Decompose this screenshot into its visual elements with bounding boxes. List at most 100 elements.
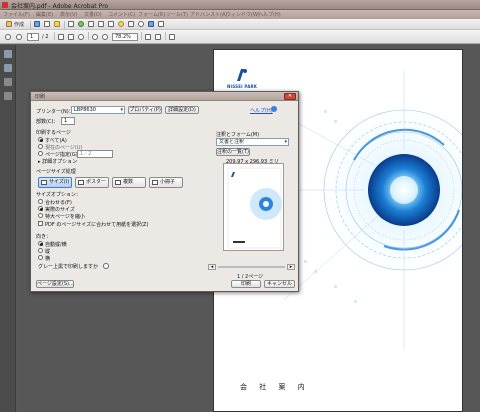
arrow-down-icon — [16, 34, 22, 40]
comments-forms-select[interactable]: 文書と注釈 — [216, 138, 289, 146]
review-button[interactable] — [127, 20, 135, 28]
forms-button[interactable] — [107, 20, 115, 28]
lock-icon — [88, 21, 94, 27]
preview-page-slider[interactable] — [218, 266, 285, 268]
pages-all-label: すべて(A) — [45, 138, 67, 144]
menu-file[interactable]: ファイル(F) — [3, 11, 30, 18]
dialog-title: 印刷 — [35, 94, 46, 100]
attachments-panel-icon[interactable] — [4, 78, 12, 86]
menu-view[interactable]: 表示(V) — [60, 11, 77, 18]
save-button[interactable] — [33, 20, 41, 28]
fit-page-button[interactable] — [144, 33, 152, 41]
email-button[interactable] — [53, 20, 61, 28]
acrobat-app-icon[interactable] — [2, 2, 8, 8]
help-link[interactable]: ヘルプ(H) — [250, 107, 273, 114]
grayscale-help-icon[interactable] — [103, 263, 109, 269]
menu-advanced[interactable]: アドバンスト(A) — [190, 11, 227, 18]
properties-button[interactable]: プロパティ(P) — [128, 106, 162, 114]
menu-tools[interactable]: ツール(T) — [166, 11, 188, 18]
printer-select[interactable]: LBP8630 — [71, 106, 125, 114]
advanced-button[interactable]: 詳細設定(D) — [165, 106, 199, 114]
more-options-toggle[interactable]: ▸ 詳細オプション — [38, 158, 77, 165]
page-setup-button[interactable]: ページ設定(S)... — [36, 280, 74, 288]
auto-orient-label: 自動縦/横 — [45, 242, 67, 248]
fit-width-button[interactable] — [154, 33, 162, 41]
copies-label: 部数(C)： — [36, 119, 59, 125]
poster-icon — [78, 180, 84, 185]
menu-forms[interactable]: フォーム(R) — [138, 11, 165, 18]
pages-range-input[interactable]: 1 - 2 — [77, 150, 113, 158]
collaborate-icon — [78, 21, 84, 27]
marquee-zoom-button[interactable] — [77, 33, 85, 41]
cancel-button[interactable]: キャンセル — [264, 280, 295, 288]
menu-window[interactable]: ウィンドウ(W) — [226, 11, 260, 18]
zoom-in-button[interactable] — [101, 33, 109, 41]
print-preview — [223, 163, 284, 251]
more-options-label: 詳細オプション — [42, 159, 78, 165]
copies-input[interactable]: 1 — [61, 117, 75, 125]
page-number-input[interactable]: 1 — [27, 33, 39, 41]
review-icon — [128, 21, 134, 27]
preview-next-button[interactable]: ▸ — [287, 264, 295, 270]
pages-current-radio[interactable] — [38, 144, 43, 149]
pdf-paper-checkbox[interactable] — [38, 221, 43, 226]
menu-document[interactable]: 文書(D) — [84, 11, 102, 18]
find-button[interactable] — [168, 33, 176, 41]
page-down-button[interactable] — [15, 33, 23, 41]
size-mode-button[interactable]: サイズ(I) — [38, 177, 72, 188]
sign-button[interactable] — [97, 20, 105, 28]
create-button[interactable]: 作成 — [3, 20, 27, 28]
grayscale-label: グレー上黒で印刷しますか — [38, 264, 99, 270]
cursor-icon — [58, 34, 64, 40]
zoom-out-button[interactable] — [91, 33, 99, 41]
navigation-pane — [0, 45, 16, 412]
summarize-comments-button[interactable]: 注釈の一覧(T) — [216, 148, 250, 156]
landscape-radio[interactable] — [38, 255, 43, 260]
help-icon[interactable] — [271, 106, 277, 112]
auto-orient-radio[interactable] — [38, 241, 43, 246]
zoom-level-select[interactable]: 78.2% — [112, 33, 138, 41]
bookmarks-panel-icon[interactable] — [4, 64, 12, 72]
actual-size-radio[interactable] — [38, 206, 43, 211]
email-icon — [54, 21, 60, 27]
attach-button[interactable] — [157, 20, 165, 28]
landscape-label: 横 — [45, 256, 51, 262]
collaborate-button[interactable] — [77, 20, 85, 28]
fit-radio[interactable] — [38, 199, 43, 204]
toolbar-navigation: 1 / 2 78.2% — [0, 30, 480, 44]
print-dialog: 印刷 ✕ プリンター(N)： LBP8630 プロパティ(P) 詳細設定(D) … — [30, 91, 299, 292]
portrait-radio[interactable] — [38, 248, 43, 253]
toolbar-file: 作成 — [0, 19, 480, 30]
multiple-mode-button[interactable]: 複数 — [112, 177, 146, 188]
page-up-button[interactable] — [4, 33, 12, 41]
orientation-label: 向き： — [36, 234, 52, 240]
find-icon — [169, 34, 175, 40]
menu-comment[interactable]: コメント(C) — [108, 11, 135, 18]
secure-button[interactable] — [87, 20, 95, 28]
shrink-radio[interactable] — [38, 213, 43, 218]
minus-icon — [92, 34, 98, 40]
create-label: 作成 — [13, 21, 24, 28]
pages-panel-icon[interactable] — [4, 50, 12, 58]
dialog-close-button[interactable]: ✕ — [284, 93, 296, 100]
print-button[interactable] — [43, 20, 51, 28]
signatures-panel-icon[interactable] — [4, 92, 12, 100]
multimedia-button[interactable] — [117, 20, 125, 28]
booklet-mode-button[interactable]: 小冊子 — [149, 177, 183, 188]
hand-tool-button[interactable] — [67, 33, 75, 41]
pages-all-radio[interactable] — [38, 137, 43, 142]
bubble-button[interactable] — [137, 20, 145, 28]
menu-edit[interactable]: 編集(E) — [36, 11, 53, 18]
print-button[interactable]: 印刷 — [231, 280, 261, 288]
combine-button[interactable] — [67, 20, 75, 28]
window-titlebar: 会社案内.pdf - Adobe Acrobat Pro — [0, 0, 480, 10]
printer-label: プリンター(N)： — [36, 109, 74, 115]
poster-mode-button[interactable]: ポスター — [75, 177, 109, 188]
upload-button[interactable] — [147, 20, 155, 28]
menu-help[interactable]: ヘルプ(H) — [258, 11, 281, 18]
shrink-label: 特大ページを縮小 — [45, 214, 85, 220]
comments-forms-label: 注釈とフォーム(M) — [216, 132, 260, 138]
select-tool-button[interactable] — [57, 33, 65, 41]
preview-prev-button[interactable]: ◂ — [208, 264, 216, 270]
pages-range-radio[interactable] — [38, 151, 43, 156]
